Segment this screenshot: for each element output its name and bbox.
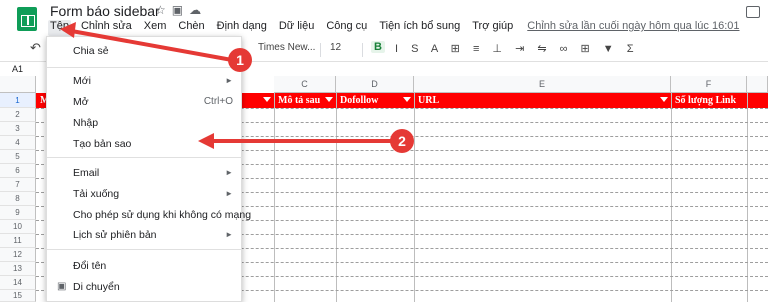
annotation-badge-1: 1: [228, 48, 252, 72]
annotation-arrowhead-2: [198, 133, 214, 149]
annotation-arrowhead-1: [60, 22, 76, 38]
annotation-arrows: [60, 22, 394, 149]
annotation-badge-2: 2: [390, 129, 414, 153]
annotation-arrow-1: [64, 28, 234, 62]
